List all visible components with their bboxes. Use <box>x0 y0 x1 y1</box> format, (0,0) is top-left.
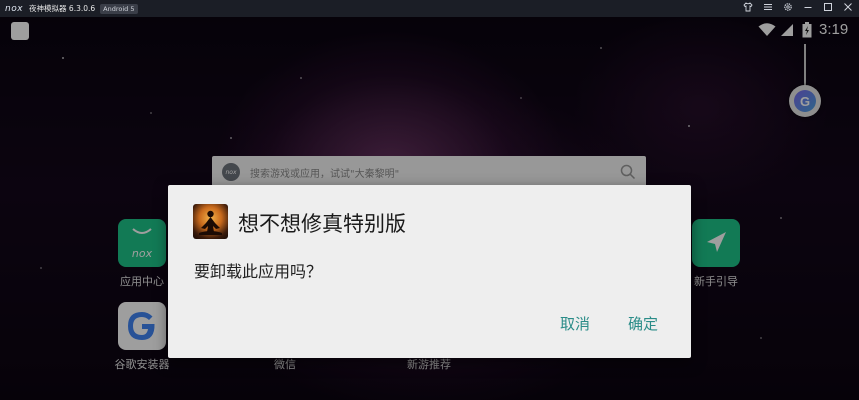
dialog-title: 想不想修真特别版 <box>238 212 406 236</box>
tshirt-icon[interactable] <box>743 2 753 15</box>
android-version-badge: Android 5 <box>100 3 138 14</box>
minimize-icon[interactable] <box>803 2 813 15</box>
app-icon <box>193 204 228 239</box>
cancel-button[interactable]: 取消 <box>560 313 590 334</box>
window-title: 夜神模拟器 6.3.0.6 <box>29 4 96 13</box>
settings-icon[interactable] <box>783 2 793 15</box>
window-controls <box>743 0 853 17</box>
menu-icon[interactable] <box>763 2 773 15</box>
emulator-titlebar: nox 夜神模拟器 6.3.0.6 Android 5 <box>0 0 859 17</box>
uninstall-dialog: 想不想修真特别版 要卸载此应用吗？ 取消 确定 <box>168 185 691 358</box>
nox-logo: nox <box>5 3 24 14</box>
close-icon[interactable] <box>843 2 853 15</box>
ok-button[interactable]: 确定 <box>628 313 658 334</box>
dialog-message: 要卸载此应用吗？ <box>194 262 323 281</box>
maximize-icon[interactable] <box>823 2 833 15</box>
